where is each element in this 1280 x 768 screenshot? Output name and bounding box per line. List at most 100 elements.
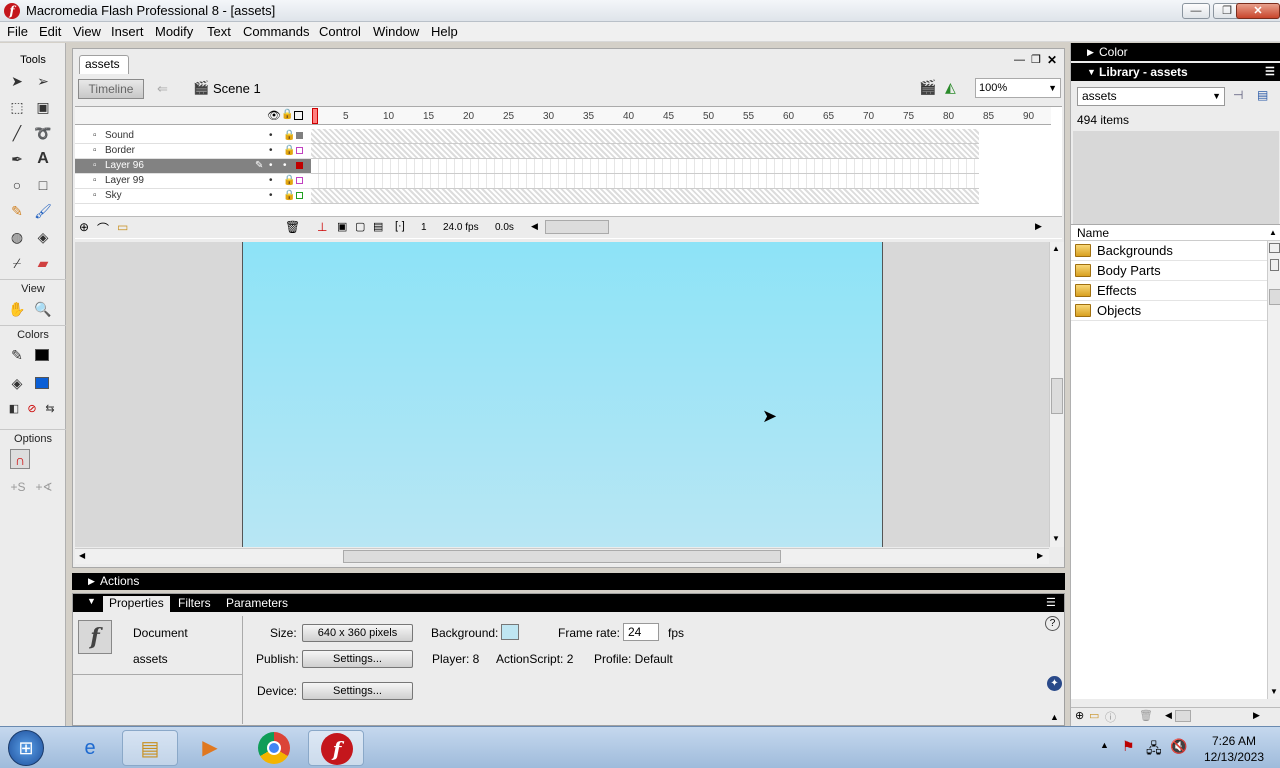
properties-icon[interactable]: ⓘ [1105, 709, 1116, 725]
oval-tool-icon[interactable]: ○ [7, 175, 27, 195]
lock-dot-icon[interactable]: 🔒 [283, 174, 295, 188]
size-button[interactable]: 640 x 360 pixels [302, 624, 413, 642]
swap-colors-icon[interactable]: ⇆ [40, 399, 60, 419]
straighten-icon[interactable]: +∢ [34, 477, 54, 497]
close-button[interactable]: ✕ [1236, 3, 1280, 19]
selection-tool-icon[interactable]: ➤ [7, 71, 27, 91]
menu-edit[interactable]: Edit [39, 24, 61, 39]
tray-expand-icon[interactable]: ▲ [1100, 740, 1109, 750]
text-tool-icon[interactable]: A [33, 149, 53, 169]
smooth-icon[interactable]: +S [8, 477, 28, 497]
library-item-effects[interactable]: Effects [1071, 281, 1267, 301]
flash-taskbar-button[interactable]: f [308, 730, 364, 766]
pencil-tool-icon[interactable]: ✎ [7, 201, 27, 221]
frames-row[interactable] [311, 174, 979, 189]
frames-row[interactable] [311, 189, 979, 204]
center-frame-icon[interactable]: ⊥ [317, 220, 327, 234]
scroll-right-icon[interactable]: ▶ [1253, 710, 1260, 721]
name-column-header[interactable]: Name ▲ [1071, 224, 1280, 241]
actions-panel-header[interactable]: ▶ Actions [72, 573, 1065, 590]
fill-transform-icon[interactable]: ▣ [33, 97, 53, 117]
zoom-select[interactable]: 100% ▼ [975, 78, 1061, 98]
snap-magnet-icon[interactable]: ∩ [10, 449, 30, 469]
add-layer-icon[interactable]: ⊕ [79, 220, 89, 234]
footer-scroll-thumb[interactable] [1175, 710, 1191, 722]
rectangle-tool-icon[interactable]: □ [33, 175, 53, 195]
brush-tool-icon[interactable]: 🖌 [33, 201, 53, 221]
network-icon[interactable]: 🖧 [1146, 738, 1162, 762]
layer-color-icon[interactable] [296, 132, 303, 139]
doc-close-icon[interactable]: ✕ [1047, 53, 1057, 67]
volume-icon[interactable]: 🔇 [1170, 738, 1187, 755]
free-transform-icon[interactable]: ⬚ [7, 97, 27, 117]
library-select[interactable]: assets ▼ [1077, 87, 1225, 106]
doc-minimize-icon[interactable]: — [1014, 54, 1025, 66]
layer-row-layer96[interactable]: ▫ Layer 96 ✎ • • [75, 159, 311, 174]
subselection-tool-icon[interactable]: ➢ [33, 71, 53, 91]
menu-help[interactable]: Help [431, 24, 458, 39]
explorer-icon[interactable]: ▤ [122, 730, 178, 766]
no-color-icon[interactable]: ⊘ [22, 399, 42, 419]
pen-tool-icon[interactable]: ✒ [7, 149, 27, 169]
color-panel-header[interactable]: ▶ Color [1071, 43, 1280, 61]
action-center-icon[interactable]: ⚑ [1122, 738, 1135, 755]
library-scroll-thumb[interactable] [1269, 289, 1280, 305]
eye-icon[interactable]: 👁 [267, 109, 281, 122]
hscroll-thumb[interactable] [343, 550, 781, 563]
onion-skin-icon[interactable]: ▣ [337, 220, 347, 233]
modify-markers-icon[interactable]: [·] [395, 220, 405, 232]
onion-outlines-icon[interactable]: ▢ [355, 220, 365, 233]
scroll-left-icon[interactable]: ◀ [79, 551, 85, 560]
ie-icon[interactable]: e [62, 730, 118, 766]
collapse-arrow-icon[interactable]: ▼ [87, 596, 96, 606]
menu-insert[interactable]: Insert [111, 24, 144, 39]
start-orb[interactable]: ⊞ [8, 730, 44, 766]
new-folder-icon[interactable]: ▭ [1089, 709, 1099, 722]
sort-icon[interactable]: ▲ [1269, 225, 1277, 241]
add-guide-layer-icon[interactable]: ⌒ [97, 220, 109, 237]
device-settings-button[interactable]: Settings... [302, 682, 413, 700]
paint-bucket-icon[interactable]: ◈ [33, 227, 53, 247]
library-panel-header[interactable]: ▼ Library - assets ☰ [1071, 63, 1280, 81]
minimize-button[interactable]: — [1182, 3, 1210, 19]
scroll-left-icon[interactable]: ◀ [531, 221, 538, 232]
accessibility-icon[interactable]: ✦ [1047, 676, 1062, 691]
menu-commands[interactable]: Commands [243, 24, 309, 39]
library-scrollbar[interactable]: ▼ [1267, 241, 1280, 699]
visible-dot-icon[interactable]: • [269, 129, 273, 143]
scroll-left-icon[interactable]: ◀ [1165, 710, 1172, 721]
panel-menu-icon[interactable]: ☰ [1265, 63, 1275, 81]
timeline-scroll-thumb[interactable] [545, 220, 609, 234]
library-item-backgrounds[interactable]: Backgrounds [1071, 241, 1267, 261]
tab-parameters[interactable]: Parameters [220, 596, 294, 612]
menu-text[interactable]: Text [207, 24, 231, 39]
media-player-icon[interactable]: ▶ [182, 730, 238, 766]
menu-window[interactable]: Window [373, 24, 419, 39]
narrow-view-icon[interactable] [1270, 259, 1279, 271]
menu-control[interactable]: Control [319, 24, 361, 39]
wide-view-icon[interactable] [1269, 243, 1280, 253]
playhead[interactable] [312, 108, 318, 124]
help-icon[interactable]: ? [1045, 616, 1060, 631]
timeline-button[interactable]: Timeline [78, 79, 144, 99]
frame-ruler[interactable]: 5 10 15 20 25 30 35 40 45 50 55 60 65 70… [311, 107, 1051, 125]
lock-dot-icon[interactable]: 🔒 [283, 129, 295, 143]
line-tool-icon[interactable]: ╱ [7, 123, 27, 143]
scroll-down-icon[interactable]: ▼ [1052, 534, 1060, 543]
lock-dot-icon[interactable]: • [283, 159, 287, 173]
visible-dot-icon[interactable]: • [269, 159, 273, 173]
pin-library-icon[interactable]: ⊣ [1233, 88, 1243, 102]
eyedropper-icon[interactable]: ⌿ [7, 253, 27, 273]
layer-row-sky[interactable]: ▫ Sky • 🔒 [75, 189, 311, 204]
lock-icon[interactable]: 🔒 [281, 109, 293, 120]
frames-row[interactable] [311, 159, 979, 174]
layer-color-icon[interactable] [296, 177, 303, 184]
menu-modify[interactable]: Modify [155, 24, 193, 39]
lock-dot-icon[interactable]: 🔒 [283, 144, 295, 158]
layer-color-icon[interactable] [296, 192, 303, 199]
background-color-swatch[interactable] [501, 624, 519, 640]
vscroll-thumb[interactable] [1051, 378, 1063, 414]
hand-tool-icon[interactable]: ✋ [7, 299, 27, 319]
layer-row-sound[interactable]: ▫ Sound • 🔒 [75, 129, 311, 144]
layer-row-border[interactable]: ▫ Border • 🔒 [75, 144, 311, 159]
